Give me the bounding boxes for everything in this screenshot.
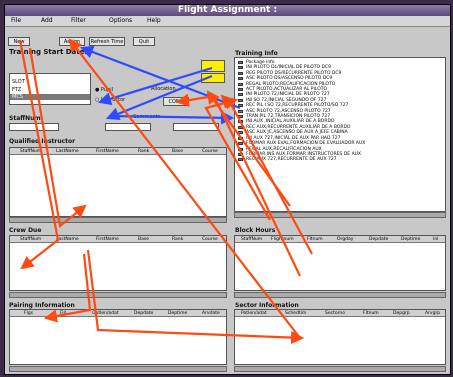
red-arrow	[18, 39, 60, 270]
annotation-arrows	[18, 38, 313, 345]
red-arrow	[68, 38, 301, 339]
blue-arrow	[105, 74, 213, 121]
red-arrow	[86, 249, 305, 345]
red-arrow	[206, 90, 291, 207]
blue-arrow	[97, 66, 213, 106]
red-arrow	[43, 253, 92, 323]
red-arrow	[175, 93, 301, 277]
